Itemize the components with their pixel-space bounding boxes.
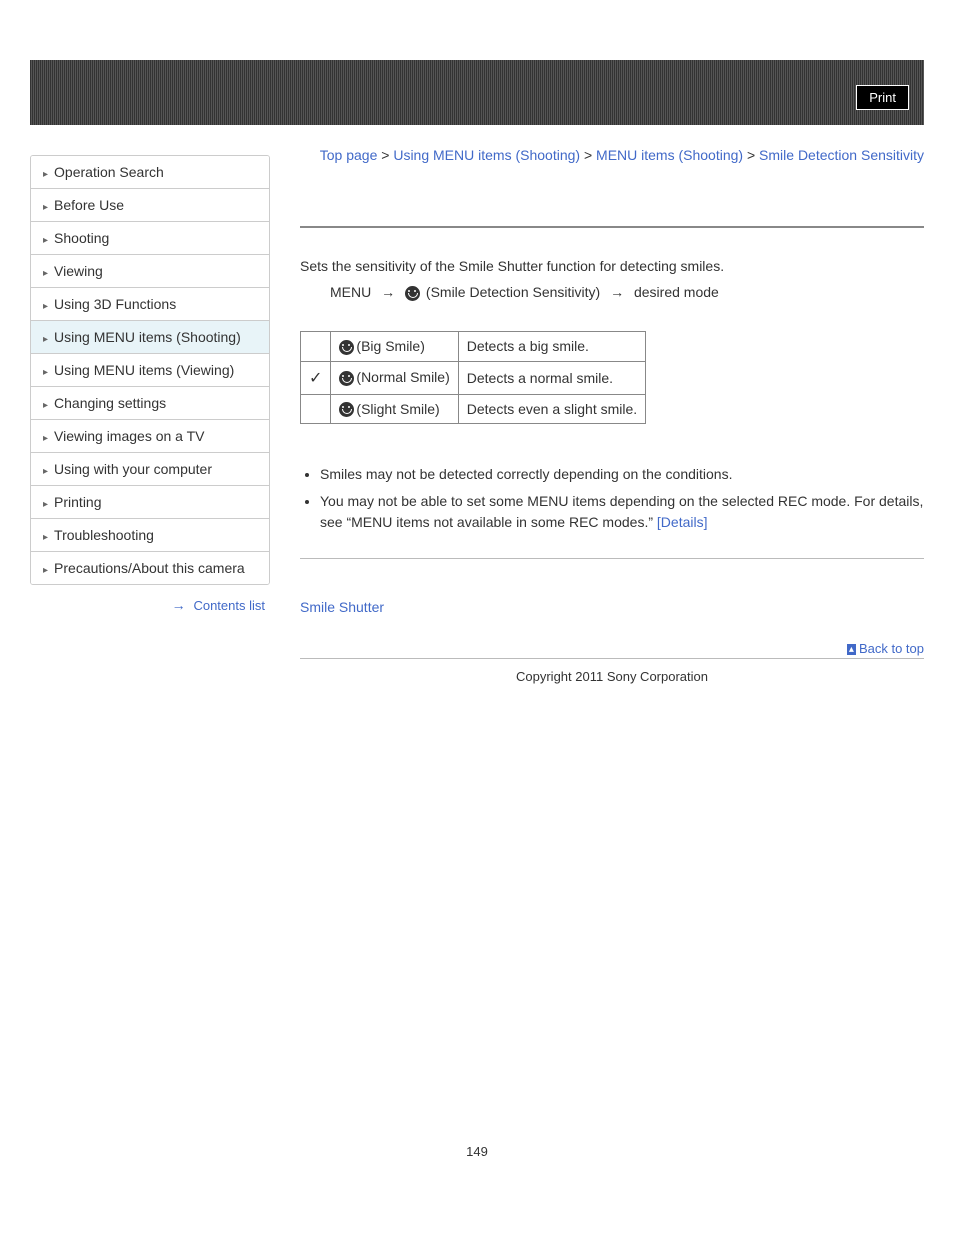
row-label: (Normal Smile) xyxy=(356,369,449,385)
nav-item-menu-viewing[interactable]: Using MENU items (Viewing) xyxy=(31,354,269,387)
nav-item-printing[interactable]: Printing xyxy=(31,486,269,519)
header-bar: Print xyxy=(30,60,924,125)
check-cell: ✓ xyxy=(301,361,331,394)
nav-label: Troubleshooting xyxy=(54,527,154,543)
menu-path-prefix: MENU xyxy=(330,284,371,300)
desc-cell: Detects a normal smile. xyxy=(458,361,645,394)
nav-label: Printing xyxy=(54,494,101,510)
nav-list: Operation Search Before Use Shooting Vie… xyxy=(30,155,270,585)
nav-label: Using MENU items (Shooting) xyxy=(54,329,241,345)
nav-label: Before Use xyxy=(54,197,124,213)
check-icon: ✓ xyxy=(309,368,322,388)
main-content: Top page > Using MENU items (Shooting) >… xyxy=(300,125,924,694)
smile-icon xyxy=(339,402,354,417)
nav-label: Viewing images on a TV xyxy=(54,428,204,444)
breadcrumb-link[interactable]: Using MENU items (Shooting) xyxy=(393,147,580,163)
nav-item-viewing[interactable]: Viewing xyxy=(31,255,269,288)
back-to-top-wrapper: Back to top xyxy=(300,640,924,659)
desc-cell: Detects even a slight smile. xyxy=(458,394,645,424)
divider xyxy=(300,226,924,228)
arrow-icon: → xyxy=(381,284,395,300)
breadcrumb-current: Smile Detection Sensitivity xyxy=(759,147,924,163)
breadcrumb-link[interactable]: MENU items (Shooting) xyxy=(596,147,743,163)
nav-item-menu-shooting[interactable]: Using MENU items (Shooting) xyxy=(31,321,269,354)
nav-item-operation-search[interactable]: Operation Search xyxy=(31,156,269,189)
arrow-icon: → xyxy=(610,284,624,300)
smile-icon xyxy=(339,340,354,355)
row-label: (Big Smile) xyxy=(356,338,424,354)
breadcrumb-link[interactable]: Top page xyxy=(320,147,378,163)
nav-item-troubleshooting[interactable]: Troubleshooting xyxy=(31,519,269,552)
label-cell: (Normal Smile) xyxy=(331,361,458,394)
divider xyxy=(300,558,924,559)
print-button[interactable]: Print xyxy=(856,85,909,110)
nav-item-changing-settings[interactable]: Changing settings xyxy=(31,387,269,420)
nav-item-shooting[interactable]: Shooting xyxy=(31,222,269,255)
desc-cell: Detects a big smile. xyxy=(458,331,645,361)
note-text: Smiles may not be detected correctly dep… xyxy=(320,466,732,482)
smile-icon xyxy=(339,371,354,386)
nav-item-before-use[interactable]: Before Use xyxy=(31,189,269,222)
menu-path-suffix: desired mode xyxy=(634,284,719,300)
note-item: Smiles may not be detected correctly dep… xyxy=(320,464,924,485)
nav-label: Using with your computer xyxy=(54,461,212,477)
page-number: 149 xyxy=(0,1144,954,1159)
nav-item-viewing-tv[interactable]: Viewing images on a TV xyxy=(31,420,269,453)
check-cell xyxy=(301,331,331,361)
note-text: You may not be able to set some MENU ite… xyxy=(320,493,923,530)
label-cell: (Slight Smile) xyxy=(331,394,458,424)
row-label: (Slight Smile) xyxy=(356,401,439,417)
table-row: ✓ (Normal Smile) Detects a normal smile. xyxy=(301,361,646,394)
table-row: (Big Smile) Detects a big smile. xyxy=(301,331,646,361)
nav-label: Shooting xyxy=(54,230,109,246)
check-cell xyxy=(301,394,331,424)
table-row: (Slight Smile) Detects even a slight smi… xyxy=(301,394,646,424)
menu-path: MENU → (Smile Detection Sensitivity) → d… xyxy=(330,284,924,301)
copyright-text: Copyright 2011 Sony Corporation xyxy=(300,669,924,684)
nav-label: Viewing xyxy=(54,263,103,279)
breadcrumb-sep: > xyxy=(747,147,755,163)
nav-label: Operation Search xyxy=(54,164,164,180)
details-link[interactable]: [Details] xyxy=(657,514,708,530)
nav-label: Changing settings xyxy=(54,395,166,411)
related-topic-link[interactable]: Smile Shutter xyxy=(300,599,384,615)
note-item: You may not be able to set some MENU ite… xyxy=(320,491,924,533)
sidebar: Operation Search Before Use Shooting Vie… xyxy=(30,155,270,694)
breadcrumb: Top page > Using MENU items (Shooting) >… xyxy=(300,145,924,166)
intro-text: Sets the sensitivity of the Smile Shutte… xyxy=(300,258,924,274)
nav-label: Precautions/About this camera xyxy=(54,560,245,576)
label-cell: (Big Smile) xyxy=(331,331,458,361)
contents-list-link-wrapper: Contents list xyxy=(30,597,270,613)
nav-item-3d-functions[interactable]: Using 3D Functions xyxy=(31,288,269,321)
notes-list: Smiles may not be detected correctly dep… xyxy=(320,464,924,533)
contents-list-link[interactable]: Contents list xyxy=(193,598,265,613)
nav-item-precautions[interactable]: Precautions/About this camera xyxy=(31,552,269,584)
back-to-top-link[interactable]: Back to top xyxy=(847,641,924,656)
nav-label: Using MENU items (Viewing) xyxy=(54,362,234,378)
smile-icon xyxy=(405,286,420,301)
breadcrumb-sep: > xyxy=(381,147,389,163)
breadcrumb-sep: > xyxy=(584,147,592,163)
nav-label: Using 3D Functions xyxy=(54,296,176,312)
nav-item-computer[interactable]: Using with your computer xyxy=(31,453,269,486)
menu-path-middle: (Smile Detection Sensitivity) xyxy=(426,284,600,300)
settings-table: (Big Smile) Detects a big smile. ✓ (Norm… xyxy=(300,331,646,425)
